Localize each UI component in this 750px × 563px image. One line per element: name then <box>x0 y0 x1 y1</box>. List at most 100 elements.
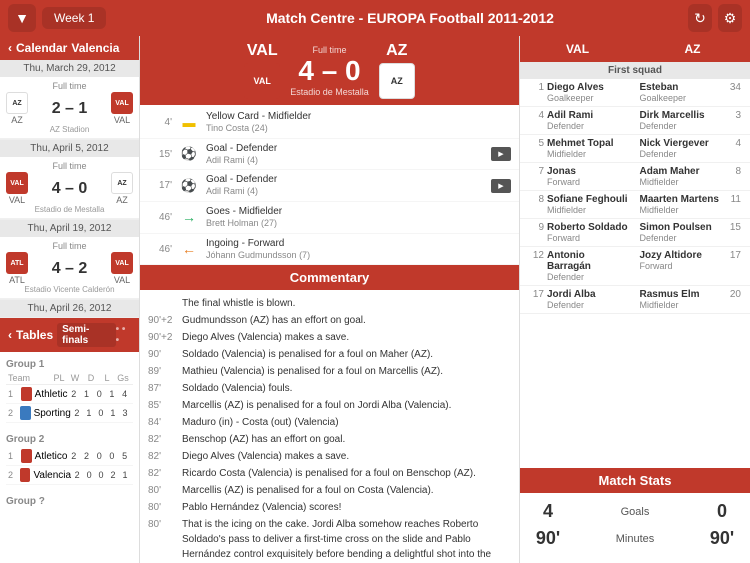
home-player-info-4: Jonas Forward <box>547 166 631 187</box>
player-row[interactable]: 8 Sofiane Feghouli Midfielder Maarten Ma… <box>520 191 750 219</box>
home-logo-3: ATL <box>6 252 28 274</box>
match-group-2: Thu, April 5, 2012 Full time VAL VAL 4 –… <box>0 140 139 220</box>
col-d-header: D <box>83 373 99 383</box>
minutes-label: Minutes <box>568 533 702 545</box>
goal-icon-1: ⚽ <box>178 143 200 165</box>
list-item: 90' Soldado (Valencia) is penalised for … <box>148 347 511 362</box>
event-time-3: 17' <box>148 180 172 191</box>
away-player-info-6: Simon Poulsen Defender <box>640 222 724 243</box>
tables-header[interactable]: ‹ Tables Semi-finals • • • <box>0 318 139 352</box>
player-row[interactable]: 7 Jonas Forward Adam Maher Midfielder 8 <box>520 163 750 191</box>
valencia-logo-table <box>20 468 30 482</box>
match-item-1[interactable]: Full time AZ AZ 2 – 1 VAL VAL AZ Stadion <box>0 77 139 139</box>
player-row[interactable]: 5 Mehmet Topal Midfielder Nick Viergever… <box>520 135 750 163</box>
match-group-3: Thu, April 19, 2012 Full time ATL ATL 4 … <box>0 220 139 300</box>
event-row[interactable]: 46' ← Ingoing - Forward Jóhann Gudmundss… <box>140 234 519 265</box>
match-item-3[interactable]: Full time ATL ATL 4 – 2 VAL VAL Estadio … <box>0 237 139 299</box>
col-w-header: W <box>67 373 83 383</box>
event-desc-4: Goes - Midfielder Brett Holman (27) <box>206 205 511 230</box>
athletic-name: Athletic <box>35 389 68 400</box>
player-row[interactable]: 17 Jordi Alba Defender Rasmus Elm Midfie… <box>520 286 750 314</box>
week-label: Week 1 <box>54 11 94 25</box>
rank-2: 2 <box>8 408 17 418</box>
athletic-logo <box>21 387 32 401</box>
stadium-1: AZ Stadion <box>6 125 133 134</box>
event-row[interactable]: 15' ⚽ Goal - Defender Adil Rami (4) ▶ <box>140 139 519 171</box>
table-row[interactable]: 1 Athletic 2 1 0 1 4 <box>6 385 133 404</box>
chevron-left-tables-icon: ‹ <box>8 328 12 342</box>
tables-title: ‹ Tables Semi-finals <box>8 323 116 347</box>
calendar-header[interactable]: ‹ Calendar Valencia <box>0 36 139 60</box>
video-icon-2[interactable]: ▶ <box>491 179 511 193</box>
away-player-info-4: Adam Maher Midfielder <box>640 166 724 187</box>
refresh-button[interactable]: ↻ <box>688 4 712 32</box>
settings-button[interactable]: ⚙ <box>718 4 742 32</box>
video-icon-1[interactable]: ▶ <box>491 147 511 161</box>
event-row[interactable]: 17' ⚽ Goal - Defender Adil Rami (4) ▶ <box>140 170 519 202</box>
list-item: 85' Marcellis (AZ) is penalised for a fo… <box>148 398 511 413</box>
match-result-1: AZ AZ 2 – 1 VAL VAL <box>6 92 133 125</box>
match-header: VAL VAL Full time 4 – 0 Estadio de Mesta… <box>140 36 519 105</box>
away-name-1: VAL <box>114 115 130 125</box>
event-desc-2: Goal - Defender Adil Rami (4) <box>206 142 491 167</box>
goal-icon-2: ⚽ <box>178 175 200 197</box>
table-row[interactable]: 1 Atletico 2 2 0 0 5 <box>6 447 133 466</box>
player-row[interactable]: 1 Diego Alves Goalkeeper Esteban Goalkee… <box>520 79 750 107</box>
match-score-3: 4 – 2 <box>28 260 111 278</box>
away-logo-1: VAL <box>111 92 133 114</box>
event-desc-3: Goal - Defender Adil Rami (4) <box>206 173 491 198</box>
squad-header: VAL AZ <box>520 36 750 62</box>
home-team-name: VAL <box>247 42 278 60</box>
match-ft-1: Full time <box>6 81 133 91</box>
player-row[interactable]: 12 Antonio Barragán Defender Jozy Altido… <box>520 247 750 286</box>
sub-in-icon: ← <box>178 238 200 260</box>
app-header: ▼ Week 1 Match Centre - EUROPA Football … <box>0 0 750 36</box>
away-player-info-7: Jozy Altidore Forward <box>640 250 724 271</box>
group-3-table: Group ? <box>0 489 139 513</box>
event-row[interactable]: 46' → Goes - Midfielder Brett Holman (27… <box>140 202 519 234</box>
away-name-2: AZ <box>116 195 128 205</box>
player-row[interactable]: 9 Roberto Soldado Forward Simon Poulsen … <box>520 219 750 247</box>
match-stats-tab[interactable]: Match Stats <box>520 468 750 493</box>
chevron-left-icon: ‹ <box>8 41 12 55</box>
rank-4: 2 <box>8 470 17 480</box>
semifinal-badge: Semi-finals <box>57 323 116 347</box>
col-l-header: L <box>99 373 115 383</box>
tables-dots: • • • <box>116 324 131 346</box>
rank-1: 1 <box>8 389 18 399</box>
filter-button[interactable]: ▼ <box>8 4 36 32</box>
group-1-label: Group 1 <box>6 359 133 370</box>
player-rows: 1 Diego Alves Goalkeeper Esteban Goalkee… <box>520 79 750 468</box>
commentary-tab[interactable]: Commentary <box>140 265 519 290</box>
away-player-info-1: Esteban Goalkeeper <box>640 82 724 103</box>
yellow-card-icon: ▬ <box>178 111 200 133</box>
group-2-label: Group 2 <box>6 434 133 445</box>
date-label-4: Thu, April 26, 2012 <box>0 300 139 317</box>
list-item: 84' Maduro (in) - Costa (out) (Valencia) <box>148 415 511 430</box>
list-item: The final whistle is blown. <box>148 296 511 311</box>
list-item: 89' Mathieu (Valencia) is penalised for … <box>148 364 511 379</box>
event-row[interactable]: 4' ▬ Yellow Card - Midfielder Tino Costa… <box>140 107 519 139</box>
list-item: 80' Pablo Hernández (Valencia) scores! <box>148 500 511 515</box>
away-player-info-8: Rasmus Elm Midfielder <box>640 289 724 310</box>
stat-row-minutes: 90' Minutes 90' <box>528 528 742 549</box>
table-row[interactable]: 2 Valencia 2 0 0 2 1 <box>6 466 133 485</box>
goals-home-val: 4 <box>528 501 568 522</box>
minutes-home-val: 90' <box>528 528 568 549</box>
header-right: ↻ ⚙ <box>680 4 750 32</box>
commentary-body: The final whistle is blown. 90'+2 Gudmun… <box>140 290 519 563</box>
events-list: 4' ▬ Yellow Card - Midfielder Tino Costa… <box>140 105 519 265</box>
match-score-block: Full time 4 – 0 Estadio de Mestalla <box>290 45 369 97</box>
match-item-2[interactable]: Full time VAL VAL 4 – 0 AZ AZ Estadio de… <box>0 157 139 219</box>
event-desc-1: Yellow Card - Midfielder Tino Costa (24) <box>206 110 511 135</box>
list-item: 90'+2 Diego Alves (Valencia) makes a sav… <box>148 330 511 345</box>
event-time-1: 4' <box>148 117 172 128</box>
table-row[interactable]: 2 Sporting 2 1 0 1 3 <box>6 404 133 423</box>
away-player-info-5: Maarten Martens Midfielder <box>640 194 724 215</box>
calendar-team: Valencia <box>71 41 119 55</box>
week-selector[interactable]: Week 1 <box>42 7 106 29</box>
match-result-3: ATL ATL 4 – 2 VAL VAL <box>6 252 133 285</box>
col-team-header: Team <box>8 373 51 383</box>
match-score-2: 4 – 0 <box>28 180 111 198</box>
player-row[interactable]: 4 Adil Rami Defender Dirk Marcellis Defe… <box>520 107 750 135</box>
